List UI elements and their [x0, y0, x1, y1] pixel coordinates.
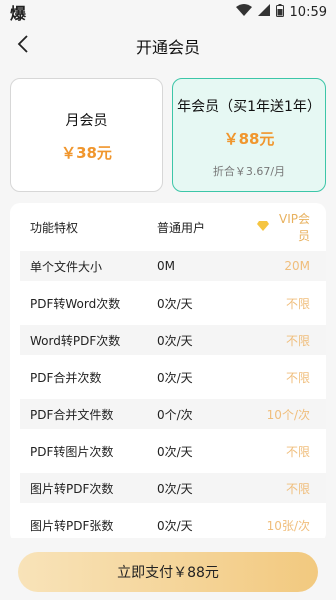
table-row: PDF转Word次数 0次/天 不限: [20, 288, 326, 318]
plan-name: 月会员: [65, 112, 108, 129]
page-title: 开通会员: [135, 38, 200, 57]
cell-normal: 0次/天: [157, 333, 193, 348]
cell-feature: PDF转图片次数: [30, 444, 114, 459]
cell-vip: 10个/次: [266, 407, 310, 422]
cell-feature: 图片转PDF张数: [30, 518, 114, 533]
cell-normal: 0个/次: [157, 407, 193, 422]
cell-feature: 单个文件大小: [30, 259, 103, 274]
table-header: 功能特权 普通用户 VIP会员: [20, 211, 326, 243]
cell-vip: 10张/次: [266, 518, 310, 533]
cell-normal: 0次/天: [157, 296, 193, 311]
plan-price: ￥38元: [61, 143, 112, 162]
plan-price: ￥88元: [223, 129, 275, 148]
diamond-icon: [257, 220, 269, 234]
status-time: 10:59: [289, 4, 327, 20]
status-icons: 10:59: [235, 3, 327, 21]
header-vip: VIP会员: [257, 210, 326, 244]
pay-button-label: 立即支付￥88元: [117, 565, 219, 581]
status-bar: 爆 10:59: [0, 0, 336, 24]
nav-bar: 开通会员: [0, 24, 336, 68]
battery-icon: [275, 3, 284, 21]
table-row: PDF合并次数 0次/天 不限: [20, 362, 326, 392]
cell-vip: 不限: [285, 333, 310, 348]
table-row: Word转PDF次数 0次/天 不限: [20, 325, 326, 355]
plan-card-monthly[interactable]: 月会员 ￥38元: [10, 78, 163, 192]
plan-name: 年会员（买1年送1年）: [177, 98, 321, 115]
table-row: PDF合并文件数 0个/次 10个/次: [20, 399, 326, 429]
cell-vip: 不限: [285, 370, 310, 385]
notification-app-icon: 爆: [10, 0, 26, 24]
header-vip-label: VIP会员: [279, 212, 310, 243]
header-normal-user: 普通用户: [157, 220, 206, 235]
table-row: PDF转图片次数 0次/天 不限: [20, 436, 326, 466]
cell-vip: 不限: [285, 444, 310, 459]
feature-comparison-table: 功能特权 普通用户 VIP会员 单个文件大小 0M 20M PDF转Word次数…: [10, 203, 326, 543]
cell-normal: 0次/天: [157, 444, 193, 459]
plan-monthly-equivalent: 折合￥3.67/月: [212, 164, 286, 178]
cell-normal: 0次/天: [157, 370, 193, 385]
cell-normal: 0次/天: [157, 518, 193, 533]
plan-card-yearly[interactable]: 年会员（买1年送1年） ￥88元 折合￥3.67/月: [172, 78, 326, 192]
cell-feature: PDF合并次数: [30, 370, 102, 385]
chevron-left-icon: [17, 35, 29, 57]
cell-feature: PDF转Word次数: [30, 296, 121, 311]
cell-feature: Word转PDF次数: [30, 333, 121, 348]
signal-icon: [257, 4, 270, 20]
cell-feature: PDF合并文件数: [30, 407, 114, 422]
table-row: 图片转PDF张数 0次/天 10张/次: [20, 510, 326, 540]
cell-normal: 0次/天: [157, 481, 193, 496]
cell-vip: 不限: [285, 481, 310, 496]
cell-vip: 不限: [285, 296, 310, 311]
cell-normal: 0M: [157, 259, 175, 273]
cell-feature: 图片转PDF次数: [30, 481, 114, 496]
app-glyph: 爆: [10, 4, 27, 23]
wifi-icon: [235, 4, 252, 20]
header-feature: 功能特权: [30, 220, 79, 235]
cell-vip: 20M: [284, 259, 310, 273]
pay-now-button[interactable]: 立即支付￥88元: [18, 552, 318, 592]
table-row: 图片转PDF次数 0次/天 不限: [20, 473, 326, 503]
table-row: 单个文件大小 0M 20M: [20, 251, 326, 281]
back-button[interactable]: [8, 30, 38, 62]
